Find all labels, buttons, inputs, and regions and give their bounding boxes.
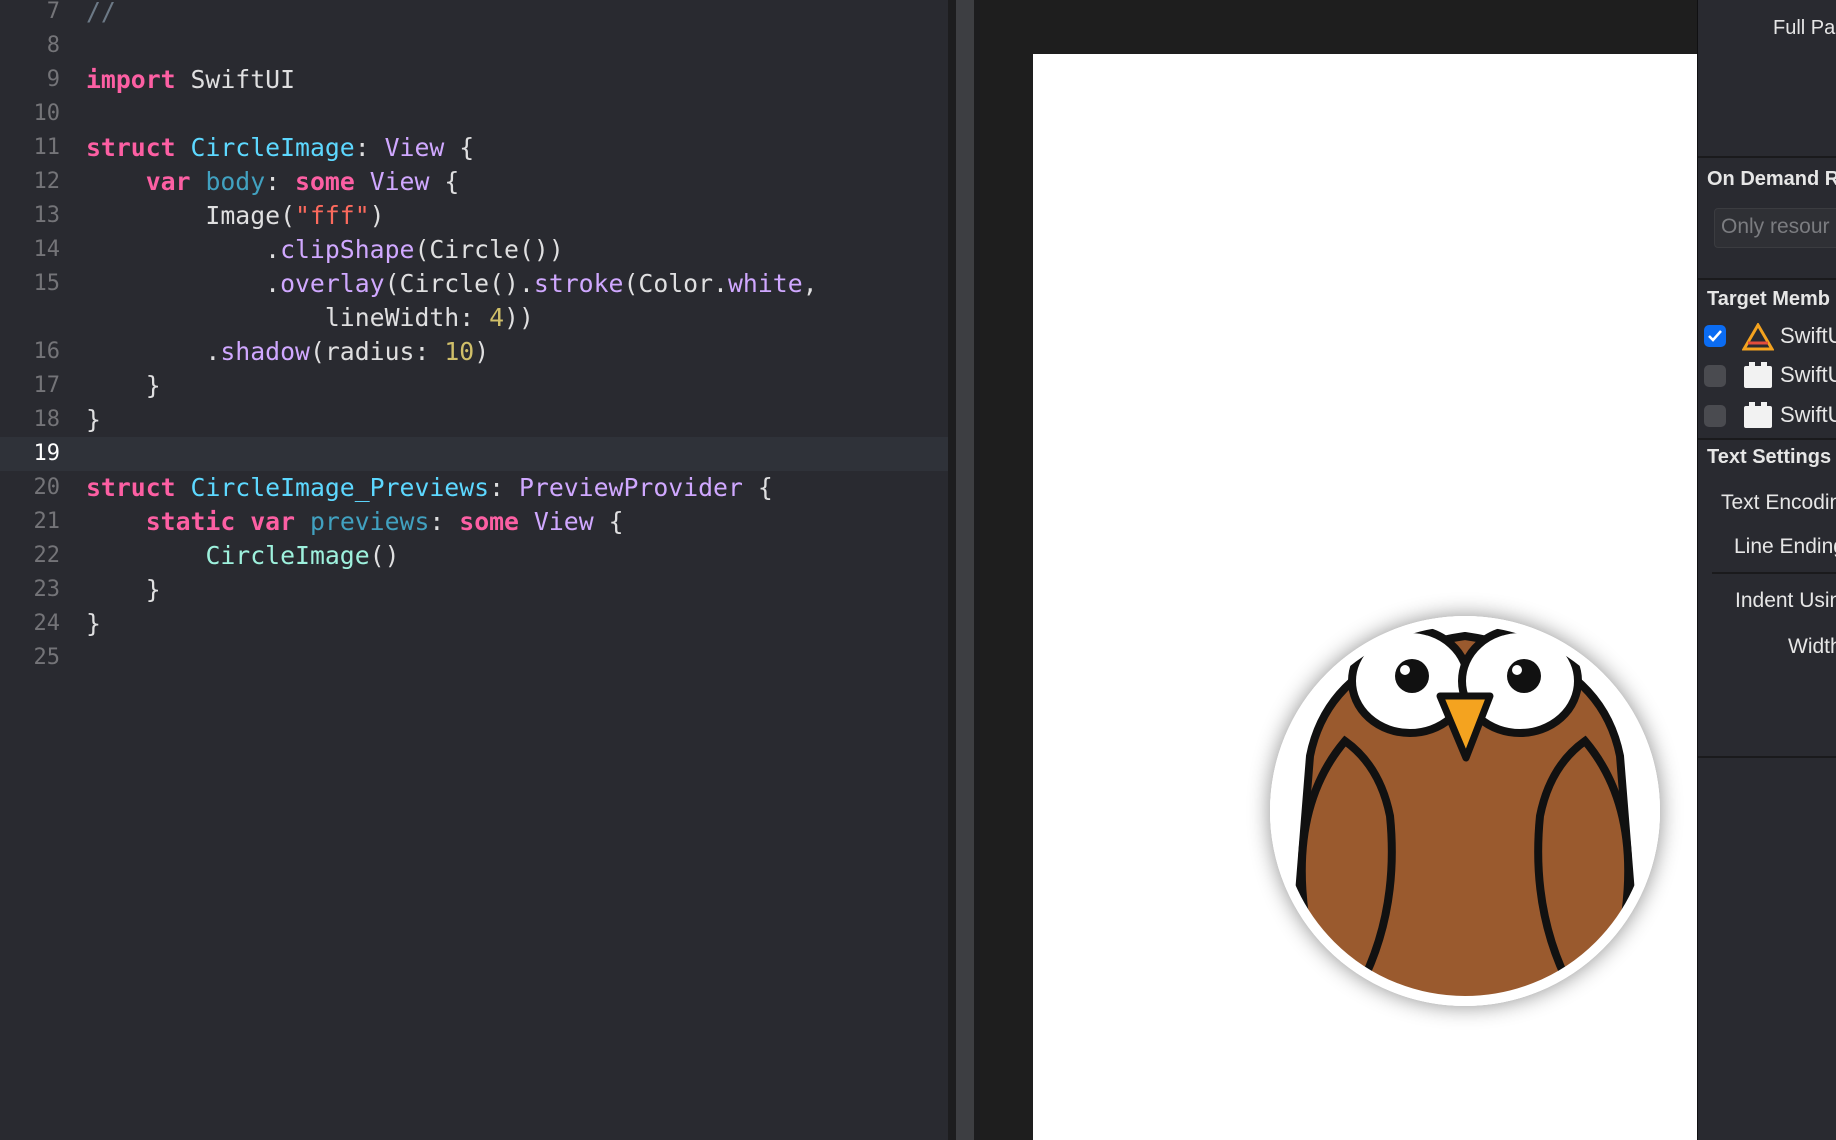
line-number: 17 (33, 373, 61, 398)
code-line[interactable]: 24 } (0, 607, 948, 641)
target-checkbox-checked[interactable] (1704, 325, 1726, 347)
code-text: struct CircleImage: View { (86, 133, 475, 162)
text-settings-section-title: Text Settings (1707, 446, 1832, 468)
line-number: 11 (33, 135, 61, 160)
line-number: 22 (33, 543, 61, 568)
line-number: 24 (33, 611, 61, 636)
divider-handle[interactable] (956, 0, 974, 1140)
line-number: 20 (33, 475, 61, 500)
indent-using-label: Indent Usin (1735, 589, 1836, 612)
code-text: // (86, 0, 116, 26)
code-line[interactable]: 10 (0, 97, 948, 131)
code-text: import SwiftUI (86, 65, 296, 94)
preview-canvas[interactable] (980, 0, 1697, 1140)
full-path-label: Full Pa (1773, 17, 1836, 39)
divider (1698, 438, 1836, 440)
line-number: 9 (46, 67, 60, 92)
code-line[interactable]: 13 Image("fff") (0, 199, 948, 233)
framework-target-icon (1742, 402, 1772, 428)
on-demand-tags-field[interactable]: Only resour (1714, 208, 1836, 248)
divider (1712, 572, 1836, 574)
framework-target-icon (1742, 362, 1772, 388)
code-text: .clipShape(Circle()) (86, 235, 564, 264)
code-line[interactable]: 12 var body: some View { (0, 165, 948, 199)
target-label: SwiftU (1780, 402, 1836, 427)
code-line[interactable]: 20 struct CircleImage_Previews: PreviewP… (0, 471, 948, 505)
code-line[interactable]: 15 .overlay(Circle().stroke(Color.white, (0, 267, 948, 301)
code-line[interactable]: 18 } (0, 403, 948, 437)
code-line[interactable]: 21 static var previews: some View { (0, 505, 948, 539)
code-line[interactable]: 7 // (0, 0, 948, 29)
line-number: 8 (46, 33, 60, 58)
owl-image-icon (1270, 616, 1660, 1006)
divider (1698, 278, 1836, 280)
line-number: 19 (33, 441, 61, 466)
target-label: SwiftU (1780, 362, 1836, 387)
on-demand-placeholder: Only resour (1721, 215, 1830, 238)
target-checkbox[interactable] (1704, 405, 1726, 427)
code-text: CircleImage() (205, 541, 400, 570)
line-endings-label: Line Ending (1734, 535, 1836, 558)
code-line[interactable]: 8 (0, 29, 948, 63)
preview-device-screen (1033, 54, 1697, 1140)
code-text: struct CircleImage_Previews: PreviewProv… (86, 473, 773, 502)
code-text: Image("fff") (86, 201, 385, 230)
app-target-icon (1741, 322, 1775, 351)
code-line[interactable]: 9 import SwiftUI (0, 63, 948, 97)
code-line[interactable]: 25 (0, 641, 948, 675)
line-number: 23 (33, 577, 61, 602)
code-text: var body: some View { (145, 167, 460, 196)
code-text: } (86, 609, 101, 638)
code-text: .overlay(Circle().stroke(Color.white, (86, 269, 818, 298)
line-number: 12 (33, 169, 61, 194)
file-inspector: Full Pa On Demand R Only resour Target M… (1697, 0, 1836, 1140)
code-text: .shadow(radius: 10) (86, 337, 490, 366)
line-number: 7 (46, 0, 60, 24)
line-number: 25 (33, 645, 61, 670)
code-line[interactable]: 11 struct CircleImage: View { (0, 131, 948, 165)
line-number: 15 (33, 271, 61, 296)
target-label: SwiftU (1780, 323, 1836, 348)
code-text: } (86, 371, 161, 400)
widths-label: Width (1788, 635, 1836, 658)
code-line[interactable]: 16 .shadow(radius: 10) (0, 335, 948, 369)
code-line-current[interactable]: 19 (0, 437, 948, 471)
code-text: lineWidth: 4)) (86, 303, 534, 332)
checkmark-icon (1708, 330, 1722, 342)
split-view-divider[interactable] (948, 0, 980, 1140)
line-number: 10 (33, 101, 61, 126)
line-number: 18 (33, 407, 61, 432)
text-encoding-label: Text Encodin (1721, 491, 1836, 514)
target-membership-section-title: Target Memb (1707, 288, 1830, 310)
code-line[interactable]: 22 CircleImage() (0, 539, 948, 573)
divider (1698, 756, 1836, 758)
target-checkbox[interactable] (1704, 365, 1726, 387)
code-editor[interactable]: 7 // 8 9 import SwiftUI 10 11 struct Cir… (0, 0, 948, 1140)
code-text: static var previews: some View { (145, 507, 624, 536)
circle-image (1270, 616, 1660, 1006)
code-line[interactable]: 17 } (0, 369, 948, 403)
divider (1698, 156, 1836, 158)
on-demand-section-title: On Demand R (1707, 168, 1836, 190)
code-line[interactable]: lineWidth: 4)) (0, 301, 948, 335)
line-number: 21 (33, 509, 61, 534)
line-number: 16 (33, 339, 61, 364)
code-text: } (86, 405, 101, 434)
code-line[interactable]: 23 } (0, 573, 948, 607)
line-number: 14 (33, 237, 61, 262)
code-text: } (86, 575, 161, 604)
line-number: 13 (33, 203, 61, 228)
code-line[interactable]: 14 .clipShape(Circle()) (0, 233, 948, 267)
